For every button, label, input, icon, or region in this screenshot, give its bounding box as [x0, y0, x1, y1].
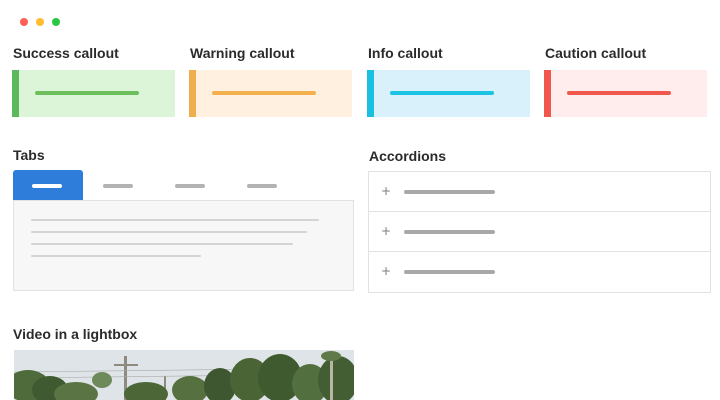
tab-4-label-placeholder — [247, 184, 277, 188]
tab-1-label-placeholder — [32, 184, 62, 188]
expand-plus-icon: + — [381, 224, 392, 238]
caution-callout-text-placeholder — [567, 91, 671, 95]
tab-panel — [13, 200, 354, 291]
accordions-title: Accordions — [369, 148, 447, 164]
tab-4[interactable] — [223, 170, 293, 200]
success-callout-title: Success callout — [13, 45, 119, 61]
tab-3[interactable] — [153, 170, 223, 200]
accordion-item-3-label-placeholder — [404, 270, 495, 274]
close-window-icon[interactable] — [20, 18, 28, 26]
success-callout — [12, 70, 175, 117]
accordion-item-2-label-placeholder — [404, 230, 495, 234]
tab-bar — [13, 170, 354, 200]
warning-callout-accent — [189, 70, 196, 117]
expand-plus-icon: + — [381, 264, 392, 278]
tabs-title: Tabs — [13, 147, 45, 163]
tab-panel-text-line — [31, 219, 319, 221]
info-callout-text-placeholder — [390, 91, 494, 95]
video-title: Video in a lightbox — [13, 326, 138, 342]
page: Success callout Warning callout Info cal… — [0, 0, 720, 400]
caution-callout-title: Caution callout — [545, 45, 647, 61]
accordion-item-3[interactable]: + — [369, 252, 710, 292]
success-callout-text-placeholder — [35, 91, 139, 95]
expand-plus-icon: + — [381, 184, 392, 198]
minimize-window-icon[interactable] — [36, 18, 44, 26]
warning-callout-text-placeholder — [212, 91, 316, 95]
tab-2[interactable] — [83, 170, 153, 200]
accordion-item-1[interactable]: + — [369, 172, 710, 212]
accordion-item-1-label-placeholder — [404, 190, 495, 194]
tab-panel-text-line — [31, 231, 307, 233]
accordion-item-2[interactable]: + — [369, 212, 710, 252]
tab-3-label-placeholder — [175, 184, 205, 188]
video-thumbnail[interactable] — [14, 350, 354, 400]
tab-panel-text-line — [31, 243, 293, 245]
warning-callout-title: Warning callout — [190, 45, 295, 61]
caution-callout-accent — [544, 70, 551, 117]
info-callout-title: Info callout — [368, 45, 443, 61]
warning-callout — [189, 70, 352, 117]
info-callout-accent — [367, 70, 374, 117]
caution-callout — [544, 70, 707, 117]
tab-panel-text-line — [31, 255, 201, 257]
info-callout — [367, 70, 530, 117]
tab-1[interactable] — [13, 170, 83, 200]
accordion-group: + + + — [368, 171, 711, 293]
maximize-window-icon[interactable] — [52, 18, 60, 26]
success-callout-accent — [12, 70, 19, 117]
tab-2-label-placeholder — [103, 184, 133, 188]
video-thumbnail-image — [14, 350, 354, 400]
